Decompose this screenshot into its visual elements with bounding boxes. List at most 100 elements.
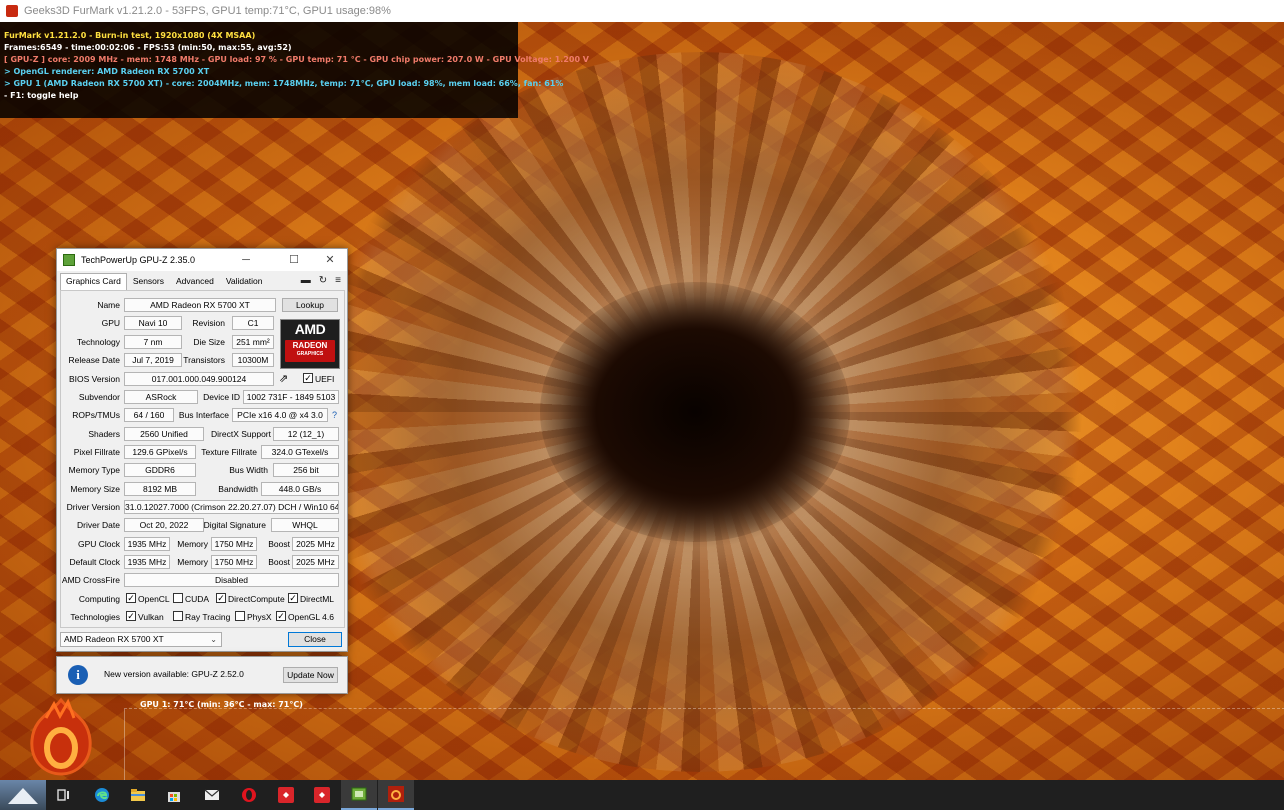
mail-button[interactable]	[194, 780, 230, 810]
uefi-checkbox[interactable]: ✓	[303, 373, 313, 383]
bus-width-value[interactable]: 256 bit	[273, 463, 339, 477]
name-value[interactable]: AMD Radeon RX 5700 XT	[124, 298, 276, 312]
refresh-icon[interactable]: ↻	[319, 275, 327, 286]
physx-label: PhysX	[247, 612, 272, 622]
store-button[interactable]	[156, 780, 192, 810]
minimize-button[interactable]: ─	[231, 252, 261, 268]
tab-graphics-card[interactable]: Graphics Card	[60, 273, 127, 290]
start-button[interactable]	[0, 780, 46, 810]
amd-radeon-logo: AMD RADEON GRAPHICS	[280, 319, 340, 369]
default-clock-value[interactable]: 1935 MHz	[124, 555, 170, 569]
bandwidth-value[interactable]: 448.0 GB/s	[261, 482, 339, 496]
update-now-button[interactable]: Update Now	[283, 667, 338, 683]
overlay-help-line: - F1: toggle help	[4, 91, 79, 100]
vulkan-checkbox[interactable]: ✓	[126, 611, 136, 621]
furmark-info-overlay: FurMark v1.21.2.0 - Burn-in test, 1920x1…	[0, 22, 589, 118]
subvendor-value[interactable]: ASRock	[124, 390, 198, 404]
default-memory-value[interactable]: 1750 MHz	[211, 555, 257, 569]
tab-sensors[interactable]: Sensors	[127, 273, 170, 290]
gpu-select-dropdown[interactable]: AMD Radeon RX 5700 XT ⌄	[60, 632, 222, 647]
opera-icon	[242, 788, 256, 802]
default-memory-label: Memory	[177, 557, 208, 567]
furmark-app-icon	[6, 5, 18, 17]
device-id-value[interactable]: 1002 731F - 1849 5103	[243, 390, 339, 404]
share-icon[interactable]: ⇗	[279, 372, 288, 386]
default-boost-label: Boost	[268, 557, 290, 567]
die-size-label: Die Size	[193, 337, 225, 347]
memory-size-value[interactable]: 8192 MB	[124, 482, 196, 496]
update-notification: i New version available: GPU-Z 2.52.0 Up…	[56, 656, 348, 694]
device-id-label: Device ID	[203, 392, 240, 402]
gpu-clock-label: GPU Clock	[77, 539, 120, 549]
release-date-value[interactable]: Jul 7, 2019	[124, 353, 182, 367]
physx-checkbox[interactable]	[235, 611, 245, 621]
lookup-button[interactable]: Lookup	[282, 298, 338, 312]
tab-validation[interactable]: Validation	[220, 273, 269, 290]
directml-checkbox[interactable]: ✓	[288, 593, 298, 603]
gpuz-titlebar[interactable]: TechPowerUp GPU-Z 2.35.0 ─ ☐ ✕	[57, 249, 347, 271]
driver-version-value[interactable]: 31.0.12027.7000 (Crimson 22.20.27.07) DC…	[124, 500, 339, 514]
row-bios: BIOS Version 017.001.000.049.900124 ⇗ ✓ …	[61, 371, 344, 387]
rops-tmus-value[interactable]: 64 / 160	[124, 408, 174, 422]
vulkan-label: Vulkan	[138, 612, 164, 622]
bus-interface-value[interactable]: PCIe x16 4.0 @ x4 3.0	[232, 408, 328, 422]
revision-value[interactable]: C1	[232, 316, 274, 330]
subvendor-label: Subvendor	[78, 392, 120, 402]
crossfire-value[interactable]: Disabled	[124, 573, 339, 587]
default-boost-value[interactable]: 2025 MHz	[292, 555, 339, 569]
opera-button[interactable]	[231, 780, 267, 810]
gpuz-window[interactable]: TechPowerUp GPU-Z 2.35.0 ─ ☐ ✕ Graphics …	[56, 248, 348, 652]
close-window-button[interactable]: ✕	[315, 252, 345, 268]
opencl-checkbox[interactable]: ✓	[126, 593, 136, 603]
gpu-clock-value[interactable]: 1935 MHz	[124, 537, 170, 551]
overlay-gpu1-line: > GPU 1 (AMD Radeon RX 5700 XT) - core: …	[4, 79, 564, 88]
die-size-value[interactable]: 251 mm²	[232, 335, 274, 349]
driver-date-value[interactable]: Oct 20, 2022	[124, 518, 204, 532]
ray-tracing-checkbox[interactable]	[173, 611, 183, 621]
pixel-fillrate-value[interactable]: 129.6 GPixel/s	[124, 445, 196, 459]
close-button[interactable]: Close	[288, 632, 342, 647]
gpu-boost-value[interactable]: 2025 MHz	[292, 537, 339, 551]
furmark-titlebar[interactable]: Geeks3D FurMark v1.21.2.0 - 53FPS, GPU1 …	[0, 0, 1284, 23]
cuda-checkbox[interactable]	[173, 593, 183, 603]
gpuz-taskbar-button[interactable]	[341, 780, 377, 810]
menu-icon[interactable]: ≡	[335, 275, 341, 286]
uefi-label: UEFI	[315, 374, 335, 384]
row-computing: Computing ✓ OpenCL CUDA ✓ DirectCompute …	[61, 591, 344, 607]
task-view-button[interactable]	[46, 780, 82, 810]
help-icon[interactable]: ?	[332, 407, 337, 423]
camera-icon[interactable]: ▬	[301, 275, 311, 286]
technology-value[interactable]: 7 nm	[124, 335, 182, 349]
bandwidth-label: Bandwidth	[218, 484, 258, 494]
transistors-value[interactable]: 10300M	[232, 353, 274, 367]
memory-type-value[interactable]: GDDR6	[124, 463, 196, 477]
digital-signature-value[interactable]: WHQL	[271, 518, 339, 532]
anydesk-button-2[interactable]	[304, 780, 340, 810]
amd-logo-text: AMD	[294, 321, 326, 337]
row-rops: ROPs/TMUs 64 / 160 Bus Interface PCIe x1…	[61, 407, 344, 423]
name-label: Name	[97, 300, 120, 310]
bus-width-label: Bus Width	[229, 465, 268, 475]
bios-version-value[interactable]: 017.001.000.049.900124	[124, 372, 274, 386]
row-driver-version: Driver Version 31.0.12027.7000 (Crimson …	[61, 499, 344, 515]
furmark-taskbar-button[interactable]	[378, 780, 414, 810]
shaders-value[interactable]: 2560 Unified	[124, 427, 204, 441]
gpu-value[interactable]: Navi 10	[124, 316, 182, 330]
texture-fillrate-value[interactable]: 324.0 GTexel/s	[261, 445, 339, 459]
gpu-memory-value[interactable]: 1750 MHz	[211, 537, 257, 551]
edge-button[interactable]	[84, 780, 120, 810]
radeon-graphics-badge: RADEON GRAPHICS	[285, 340, 335, 362]
anydesk-button[interactable]	[268, 780, 304, 810]
file-explorer-button[interactable]	[120, 780, 156, 810]
directx-value[interactable]: 12 (12_1)	[273, 427, 339, 441]
maximize-button[interactable]: ☐	[279, 252, 309, 268]
technologies-label: Technologies	[70, 612, 120, 622]
overlay-frames-line: Frames:6549 - time:00:02:06 - FPS:53 (mi…	[4, 43, 292, 52]
digital-signature-label: Digital Signature	[203, 520, 266, 530]
gpu-label: GPU	[101, 318, 120, 328]
opengl-checkbox[interactable]: ✓	[276, 611, 286, 621]
directcompute-checkbox[interactable]: ✓	[216, 593, 226, 603]
tab-advanced[interactable]: Advanced	[170, 273, 220, 290]
row-crossfire: AMD CrossFire Disabled	[61, 572, 344, 588]
driver-date-label: Driver Date	[77, 520, 120, 530]
